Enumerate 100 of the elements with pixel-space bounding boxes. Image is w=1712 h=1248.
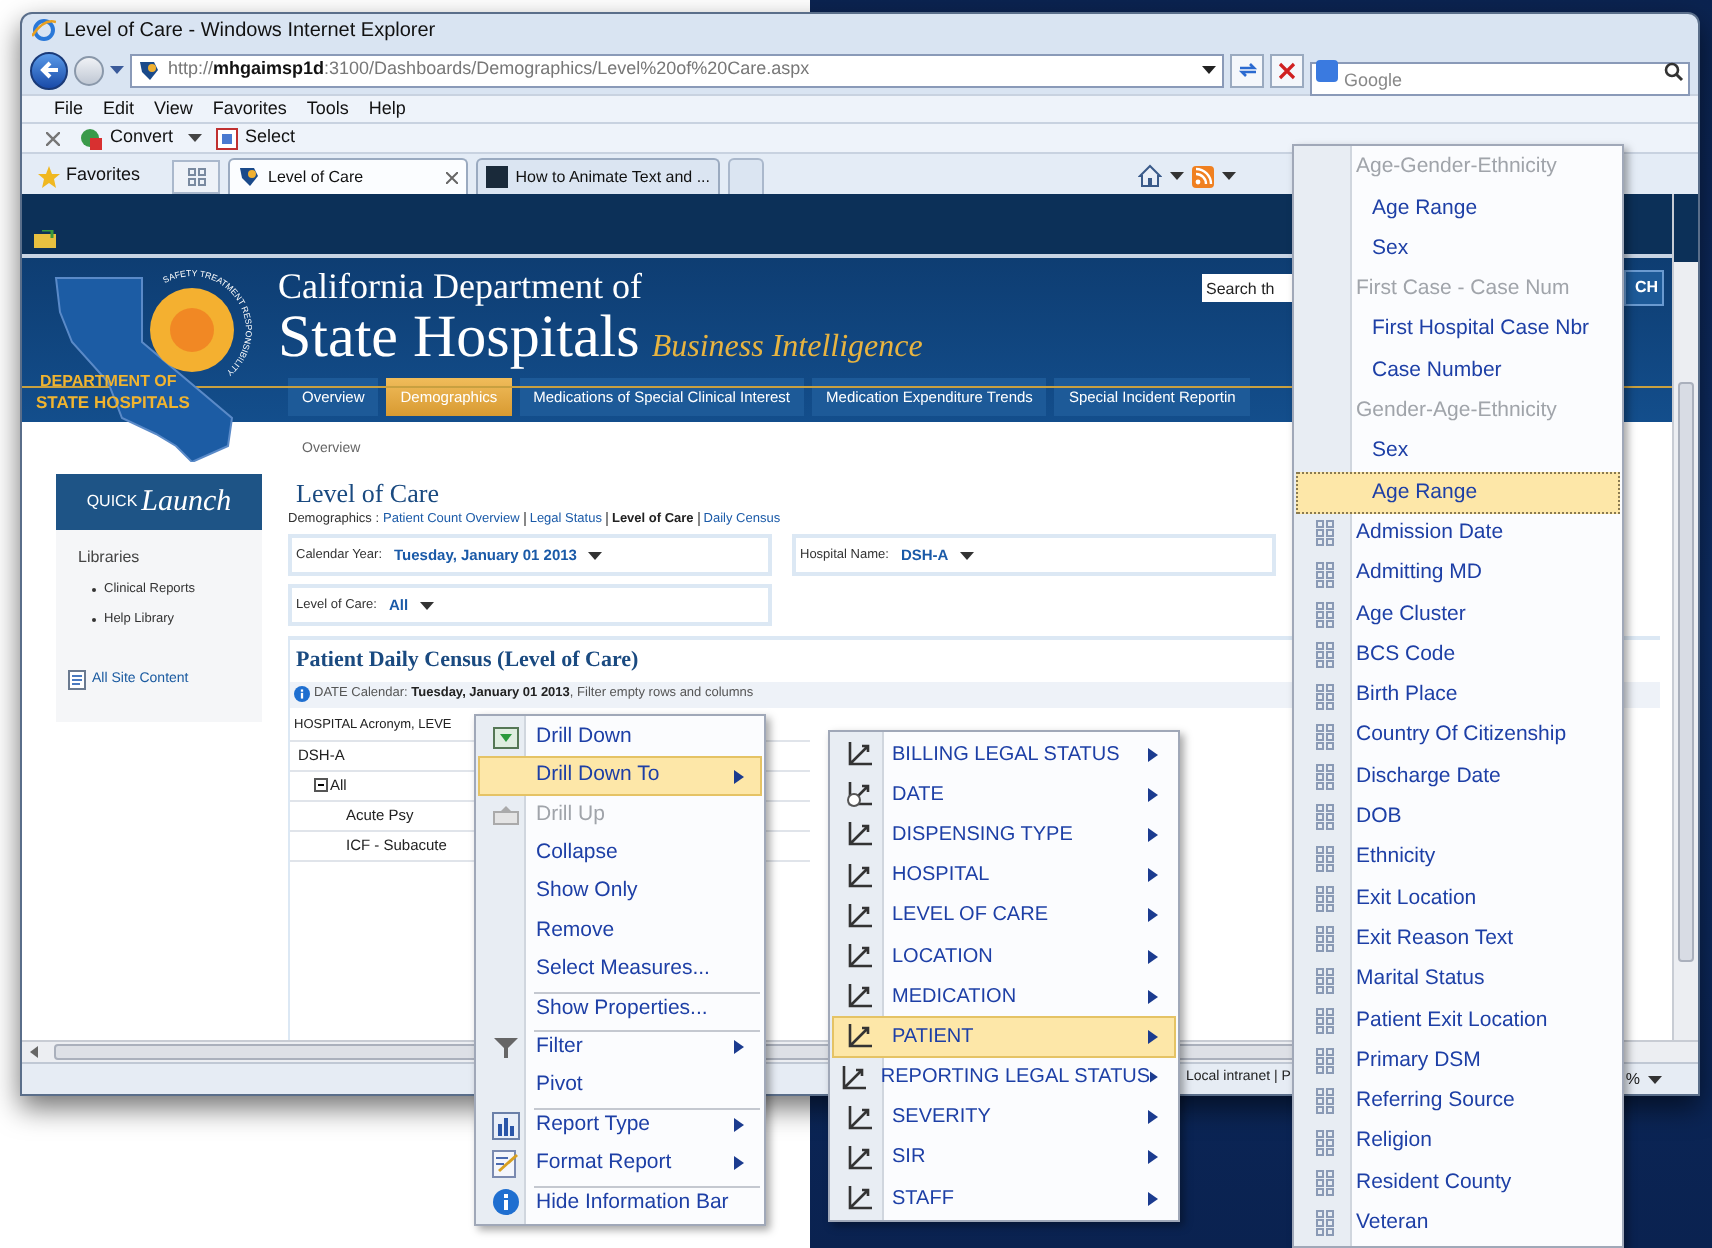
menu-item[interactable]: Marital Status	[1296, 959, 1620, 1001]
stop-button[interactable]	[1270, 53, 1304, 87]
menu-bar-item[interactable]: Tools	[306, 95, 349, 123]
menu-item[interactable]: Exit Location	[1296, 878, 1620, 920]
attribute-icon	[1316, 520, 1334, 547]
menu-item[interactable]: SIR	[832, 1137, 1176, 1179]
menu-item[interactable]: Collapse	[478, 834, 762, 874]
menu-item[interactable]: LOCATION	[832, 935, 1176, 977]
submenu-arrow-icon	[1150, 1070, 1158, 1085]
menu-item[interactable]: Drill Down	[478, 718, 762, 757]
menu-item[interactable]: STAFF	[832, 1178, 1176, 1219]
search-field[interactable]: Google	[1310, 62, 1690, 96]
menu-item[interactable]: Age Range	[1296, 472, 1620, 514]
format-icon	[491, 1149, 519, 1178]
menu-item[interactable]: Format Report	[478, 1144, 762, 1184]
menu-item[interactable]: Report Type	[478, 1105, 762, 1145]
menu-item[interactable]: BILLING LEGAL STATUS	[832, 734, 1176, 775]
menu-item[interactable]: Veteran	[1296, 1203, 1620, 1245]
zoom-level[interactable]: %	[1625, 1067, 1640, 1091]
menu-item[interactable]: Remove	[478, 911, 762, 951]
axis-icon	[846, 942, 874, 971]
favorites-button[interactable]: Favorites	[66, 162, 141, 190]
menu-item[interactable]: DISPENSING TYPE	[832, 814, 1176, 856]
close-icon	[1278, 61, 1296, 79]
menu-item[interactable]: Show Only	[478, 873, 762, 912]
menu-item[interactable]: Admitting MD	[1296, 553, 1620, 595]
caret-icon	[588, 551, 603, 560]
clock-axis-icon	[846, 780, 874, 809]
menu-item[interactable]: Religion	[1296, 1122, 1620, 1163]
collapse-icon[interactable]	[314, 778, 328, 793]
menu-item[interactable]: HOSPITAL	[832, 855, 1176, 896]
refresh-button[interactable]	[1230, 53, 1264, 87]
menu-item[interactable]: SEVERITY	[832, 1097, 1176, 1138]
submenu-arrow-icon	[734, 1118, 744, 1133]
menu-bar-item[interactable]: Favorites	[212, 95, 287, 123]
axis-icon	[846, 861, 874, 890]
menu-item[interactable]: Select Measures...	[478, 950, 762, 990]
vertical-scrollbar[interactable]	[1672, 194, 1698, 1040]
menu-item[interactable]: Exit Reason Text	[1296, 919, 1620, 960]
back-button[interactable]	[30, 51, 68, 89]
close-icon[interactable]	[46, 131, 60, 145]
submenu-arrow-icon	[1148, 1029, 1158, 1044]
select-icon	[215, 127, 238, 149]
menu-item[interactable]: Country Of Citizenship	[1296, 716, 1620, 757]
info-icon	[294, 686, 310, 703]
menu-item[interactable]: Birth Place	[1296, 675, 1620, 717]
menu-item[interactable]: Admission Date	[1296, 513, 1620, 554]
axis-icon	[840, 1063, 869, 1092]
caret-icon	[110, 66, 124, 74]
browser-tab[interactable]: How to Animate Text and ...	[476, 158, 721, 194]
menu-item[interactable]: Sex	[1296, 229, 1620, 270]
submenu-arrow-icon	[1148, 827, 1158, 842]
menu-item[interactable]: Patient Exit Location	[1296, 1000, 1620, 1042]
browser-tab[interactable]: Level of Care	[228, 158, 469, 194]
menu-item[interactable]: Sex	[1296, 432, 1620, 473]
caret-icon	[187, 134, 202, 142]
menu-bar-item[interactable]: Edit	[103, 95, 135, 123]
folder-icon[interactable]	[34, 230, 56, 248]
rss-icon[interactable]	[1192, 165, 1214, 187]
convert-button[interactable]: Convert	[110, 124, 174, 152]
attribute-icon	[1316, 1170, 1334, 1197]
menu-item[interactable]: Discharge Date	[1296, 756, 1620, 798]
select-button[interactable]: Select	[245, 124, 296, 152]
menu-item[interactable]: Drill Down To	[478, 756, 762, 796]
menu-item[interactable]: First Hospital Case Nbr	[1296, 310, 1620, 351]
submenu-arrow-icon	[1148, 1150, 1158, 1165]
menu-item[interactable]: MEDICATION	[832, 976, 1176, 1017]
menu-item[interactable]: Pivot	[478, 1067, 762, 1106]
menu-item[interactable]: Age Range	[1296, 188, 1620, 230]
site-icon	[238, 166, 261, 188]
info-icon	[491, 1188, 519, 1217]
close-icon[interactable]	[446, 171, 459, 183]
menu-bar-item[interactable]: File	[54, 95, 84, 123]
menu-item[interactable]: DOB	[1296, 797, 1620, 839]
menu-item[interactable]: LEVEL OF CARE	[832, 895, 1176, 936]
tab-list-button[interactable]	[172, 160, 221, 194]
menu-bar-item[interactable]: View	[154, 95, 193, 123]
menu-item[interactable]: REPORTING LEGAL STATUS	[832, 1057, 1176, 1098]
site-search-button[interactable]: CH	[1624, 270, 1664, 306]
menu-item[interactable]: BCS Code	[1296, 635, 1620, 676]
site-search-field[interactable]: Search th	[1202, 274, 1298, 302]
star-icon	[38, 165, 60, 187]
menu-item[interactable]: DATE	[832, 774, 1176, 815]
menu-item[interactable]: Case Number	[1296, 350, 1620, 392]
menu-item[interactable]: Referring Source	[1296, 1081, 1620, 1123]
menu-bar-item[interactable]: Help	[368, 95, 406, 123]
menu-item[interactable]: Show Properties...	[478, 989, 762, 1029]
home-icon[interactable]	[1138, 164, 1162, 188]
attribute-icon	[1316, 683, 1334, 709]
menu-item[interactable]: Filter	[478, 1028, 762, 1068]
menu-item[interactable]: Resident County	[1296, 1162, 1620, 1204]
submenu-arrow-icon	[734, 1040, 744, 1055]
menu-item[interactable]: Ethnicity	[1296, 838, 1620, 879]
menu-item[interactable]: PATIENT	[832, 1016, 1176, 1057]
submenu-arrow-icon	[1148, 1191, 1158, 1206]
menu-item[interactable]: Hide Information Bar	[478, 1183, 762, 1223]
menu-item[interactable]: Age Cluster	[1296, 594, 1620, 636]
address-field[interactable]: http://mhgaimsp1d:3100/Dashboards/Demographics/Level%20of%20Care.aspx	[130, 53, 1224, 87]
menu-item[interactable]: Primary DSM	[1296, 1041, 1620, 1082]
submenu-arrow-icon	[1148, 908, 1158, 923]
